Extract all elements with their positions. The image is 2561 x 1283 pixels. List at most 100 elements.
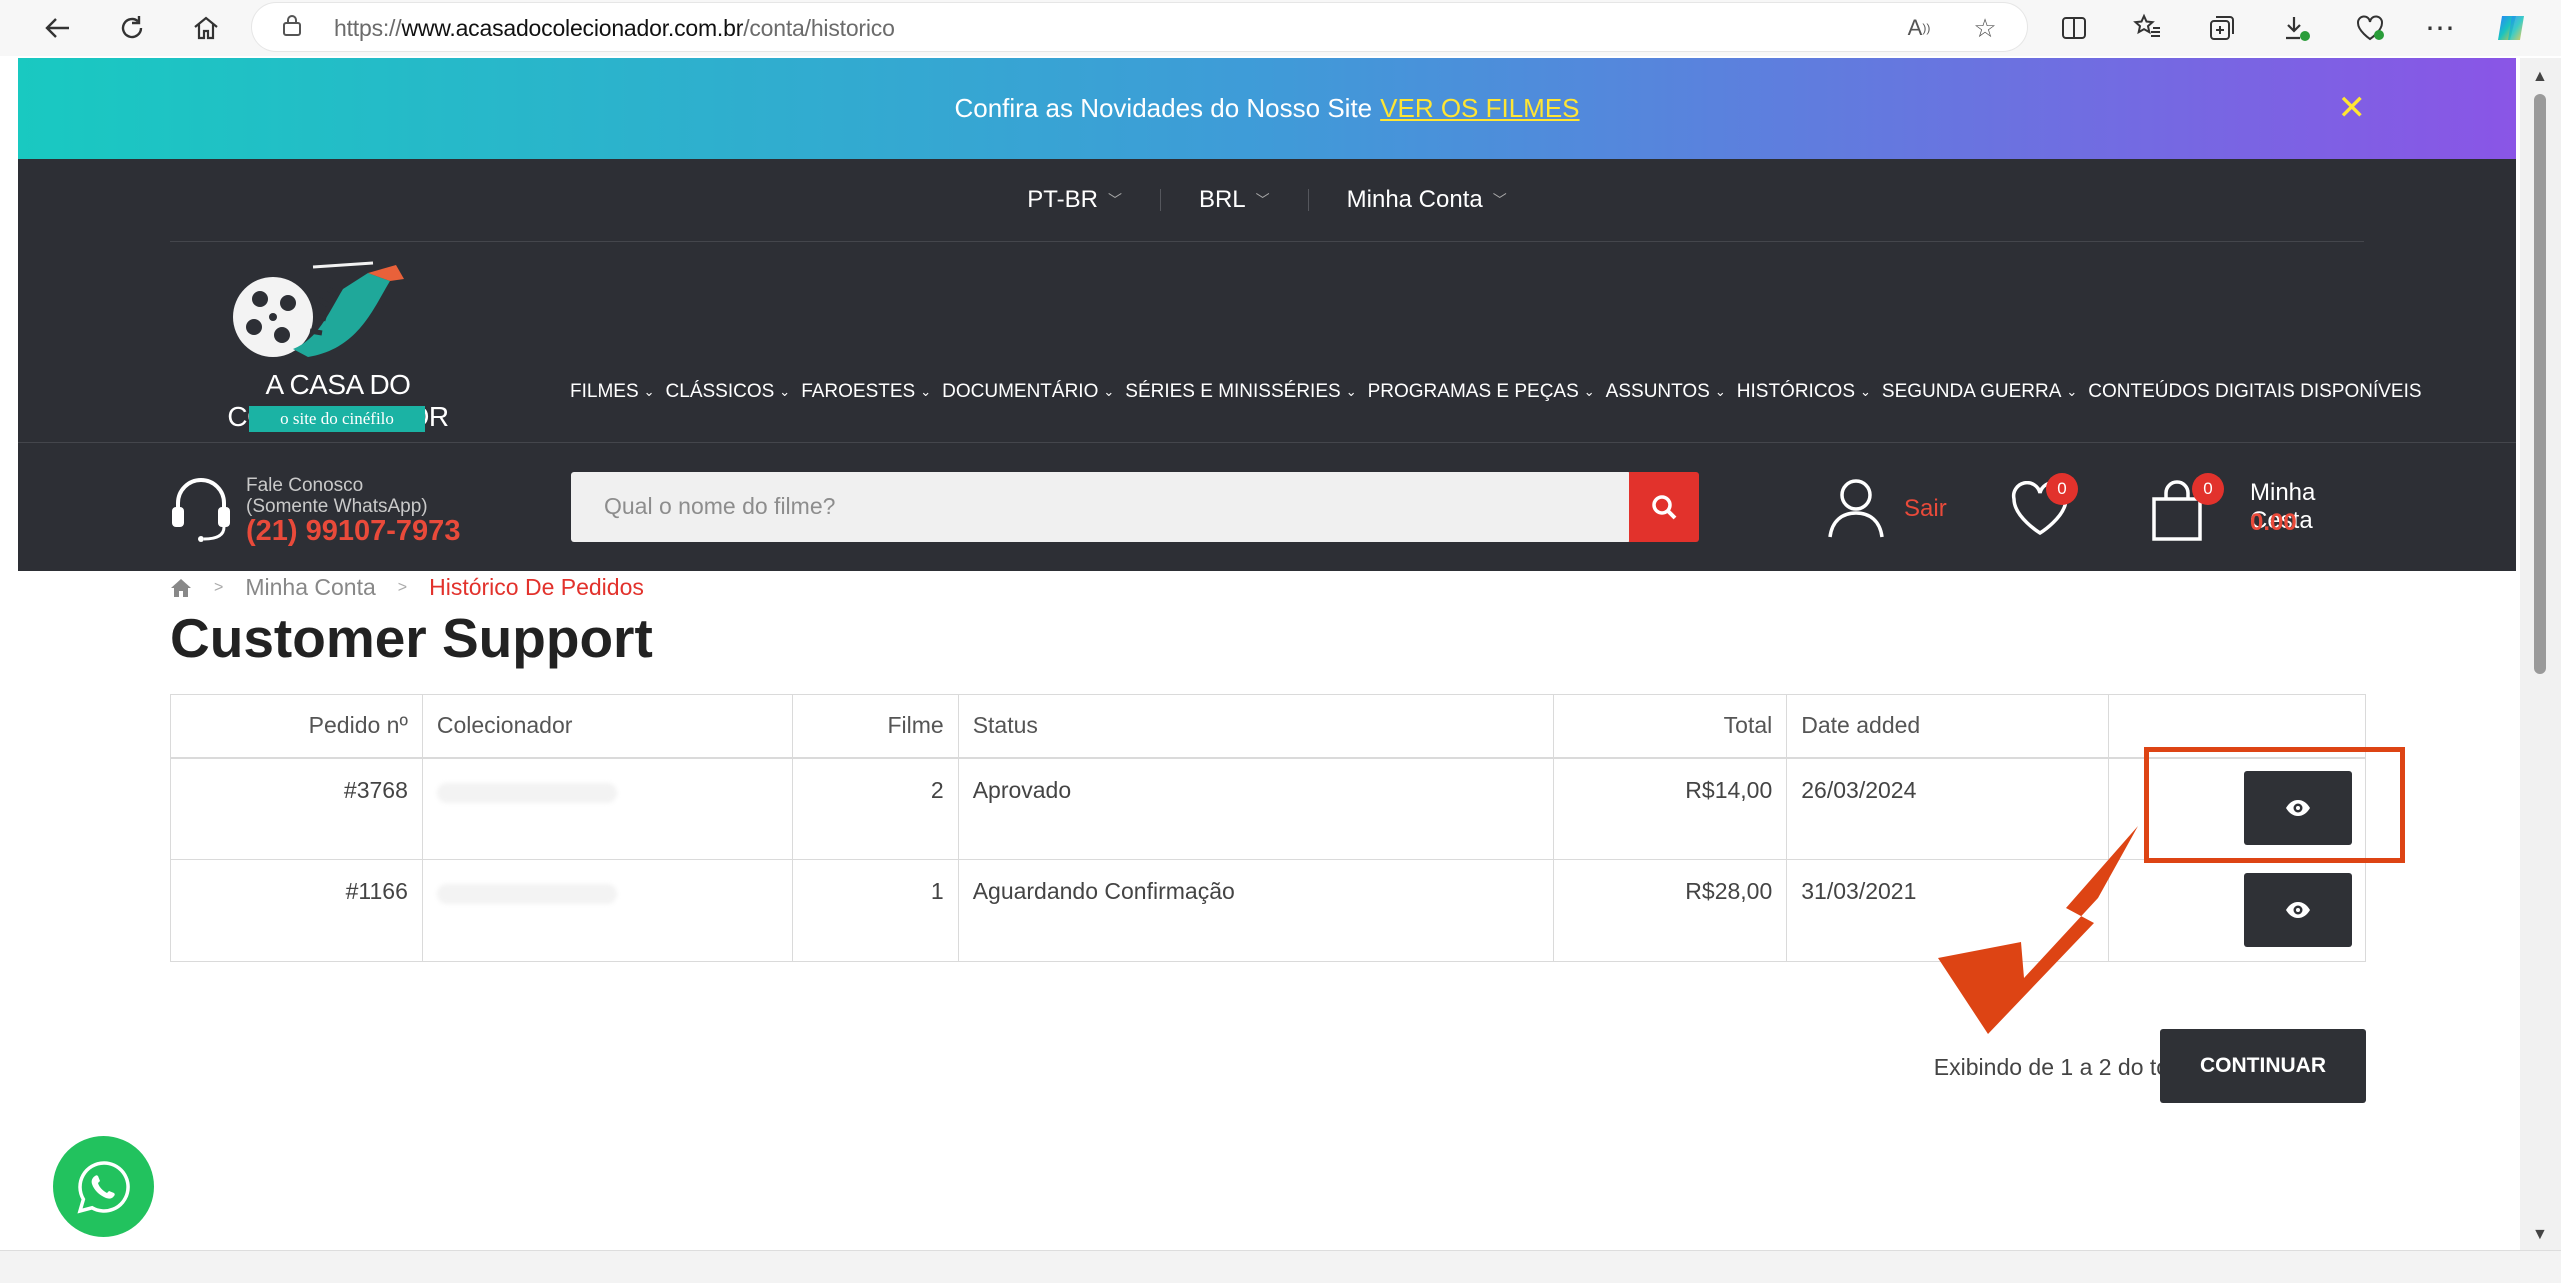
nav-item-documentario[interactable]: DOCUMENTÁRIO ⌄ [942, 381, 1114, 403]
redacted-name [436, 884, 617, 904]
breadcrumb-item-order-history[interactable]: Histórico De Pedidos [429, 574, 644, 601]
headset-icon [172, 478, 230, 542]
search-button[interactable] [1629, 472, 1699, 542]
divider [18, 442, 2516, 443]
nav-item-filmes[interactable]: FILMES ⌄ [570, 381, 655, 403]
collections-icon[interactable] [2200, 8, 2244, 48]
scrollbar-thumb[interactable] [2534, 94, 2546, 674]
order-collector [421, 757, 793, 860]
table-header-row: Pedido nº Colecionador Filme Status Tota… [170, 694, 2366, 759]
nav-item-label: FILMES [570, 381, 639, 402]
whatsapp-icon [76, 1160, 130, 1213]
nav-item-historicos[interactable]: HISTÓRICOS ⌄ [1737, 381, 1871, 403]
film-reel-logo-icon [233, 261, 404, 357]
breadcrumb: > Minha Conta > Histórico De Pedidos [170, 574, 644, 601]
chevron-down-icon: ﹀ [1492, 192, 1507, 208]
nav-item-label: ASSUNTOS [1605, 381, 1710, 402]
language-selector[interactable]: PT-BR ﹀ [989, 186, 1160, 214]
language-label: PT-BR [1027, 186, 1098, 213]
address-bar[interactable]: https://www.acasadocolecionador.com.br/c… [252, 3, 2027, 51]
url-text[interactable]: https://www.acasadocolecionador.com.br/c… [334, 15, 895, 42]
divider [170, 241, 2364, 242]
search-input[interactable]: Qual o nome do filme? [571, 472, 1631, 542]
col-status: Status [957, 694, 1555, 759]
split-screen-icon[interactable] [2052, 8, 2096, 48]
logo-tagline: o site do cinéfilo [249, 406, 425, 432]
favorite-star-icon[interactable]: ☆ [1968, 11, 2002, 45]
order-status: Aprovado [957, 757, 1555, 860]
page-scrollbar[interactable]: ▲ ▼ [2520, 58, 2561, 1250]
chevron-down-icon: ⌄ [1345, 384, 1357, 399]
order-number: #3768 [170, 757, 423, 860]
close-icon[interactable]: ✕ [2338, 88, 2367, 128]
web-page: Confira as Novidades do Nosso Site VER O… [18, 58, 2516, 1250]
home-icon[interactable] [170, 578, 192, 598]
nav-item-segunda-guerra[interactable]: SEGUNDA GUERRA ⌄ [1882, 381, 2077, 403]
contact-label: Fale Conosco (Somente WhatsApp) [246, 475, 428, 517]
order-collector [421, 859, 793, 962]
account-menu[interactable]: Minha Conta ﹀ [1309, 186, 1545, 214]
view-order-button[interactable] [2244, 873, 2352, 947]
wishlist-button[interactable]: 0 [2008, 473, 2078, 543]
contact-phone[interactable]: (21) 99107-7973 [246, 515, 460, 548]
breadcrumb-item-account[interactable]: Minha Conta [245, 574, 375, 601]
page-title: Customer Support [170, 607, 653, 669]
site-logo[interactable]: A CASA DO COLECIONADOR o site do cinéfil… [168, 259, 508, 439]
read-aloud-icon[interactable]: A)) [1902, 11, 1936, 45]
currency-selector[interactable]: BRL ﹀ [1161, 186, 1308, 214]
contact-label-line1: Fale Conosco [246, 475, 364, 496]
cart-count-badge: 0 [2192, 473, 2224, 505]
wishlist-count-badge: 0 [2046, 473, 2078, 505]
logout-link[interactable]: Sair [1904, 495, 1947, 523]
reload-icon[interactable] [110, 8, 154, 48]
chevron-right-icon: > [214, 578, 224, 596]
chevron-down-icon: ⌄ [1860, 384, 1871, 399]
copilot-icon[interactable] [2490, 8, 2534, 48]
nav-item-label: PROGRAMAS E PEÇAS [1367, 381, 1579, 402]
col-order-number: Pedido nº [170, 694, 423, 759]
chevron-down-icon: ⌄ [1583, 384, 1595, 399]
order-films: 2 [791, 757, 959, 860]
user-account[interactable]: Sair [1822, 473, 2002, 543]
nav-item-classicos[interactable]: CLÁSSICOS ⌄ [666, 381, 791, 403]
annotation-arrow-icon [1938, 826, 2138, 1034]
nav-item-label: HISTÓRICOS [1736, 381, 1855, 402]
order-films: 1 [791, 859, 959, 962]
search-icon [1652, 495, 1677, 520]
user-icon [1828, 479, 1884, 538]
col-collector: Colecionador [421, 694, 793, 759]
redacted-name [436, 782, 617, 803]
chevron-down-icon: ⌄ [2066, 384, 2078, 399]
browser-toolbar: https://www.acasadocolecionador.com.br/c… [0, 0, 2561, 56]
whatsapp-button[interactable] [53, 1136, 154, 1237]
chevron-down-icon: ﹀ [1255, 192, 1270, 208]
nav-item-series-e-minisseries[interactable]: SÉRIES E MINISSÉRIES ⌄ [1125, 381, 1356, 403]
nav-item-label: CONTEÚDOS DIGITAIS DISPONÍVEIS [2088, 381, 2422, 402]
nav-item-assuntos[interactable]: ASSUNTOS ⌄ [1606, 381, 1726, 403]
downloads-icon[interactable] [2274, 8, 2318, 48]
browser-essentials-icon[interactable] [2348, 8, 2392, 48]
chevron-down-icon: ⌄ [920, 384, 932, 399]
favorites-icon[interactable] [2126, 8, 2170, 48]
nav-item-conteudos-digitais-disponiveis[interactable]: CONTEÚDOS DIGITAIS DISPONÍVEIS [2088, 381, 2421, 403]
col-total: Total [1553, 694, 1788, 759]
site-header: PT-BR ﹀ BRL ﹀ Minha Conta ﹀ A CASA DO o … [18, 159, 2516, 571]
cart-button[interactable]: 0 Minha Cesta 0.00 [2148, 473, 2378, 543]
main-navigation: FILMES ⌄ CLÁSSICOS ⌄ FAROESTES ⌄ DOCUMENTÁRIO ⌄… [570, 381, 2433, 403]
nav-item-programas-e-pecas[interactable]: PROGRAMAS E PEÇAS ⌄ [1368, 381, 1595, 403]
announcement-link[interactable]: VER OS FILMES [1380, 93, 1579, 124]
chevron-down-icon: ﹀ [1107, 192, 1122, 208]
order-status: Aguardando Confirmação [957, 859, 1555, 962]
lock-icon[interactable] [282, 13, 302, 37]
more-options-icon[interactable]: ⋯ [2418, 8, 2462, 48]
scroll-down-icon[interactable]: ▼ [2532, 1226, 2548, 1244]
continue-button[interactable]: CONTINUAR [2160, 1029, 2366, 1103]
scroll-up-icon[interactable]: ▲ [2532, 68, 2548, 86]
contact-block[interactable]: Fale Conosco (Somente WhatsApp) (21) 991… [168, 469, 498, 549]
home-icon[interactable] [184, 8, 228, 48]
contact-label-line2: (Somente WhatsApp) [246, 496, 428, 517]
back-icon[interactable] [36, 8, 80, 48]
nav-item-label: FAROESTES [801, 381, 916, 402]
nav-item-faroestes[interactable]: FAROESTES ⌄ [801, 381, 931, 403]
chevron-down-icon: ⌄ [1103, 384, 1115, 399]
